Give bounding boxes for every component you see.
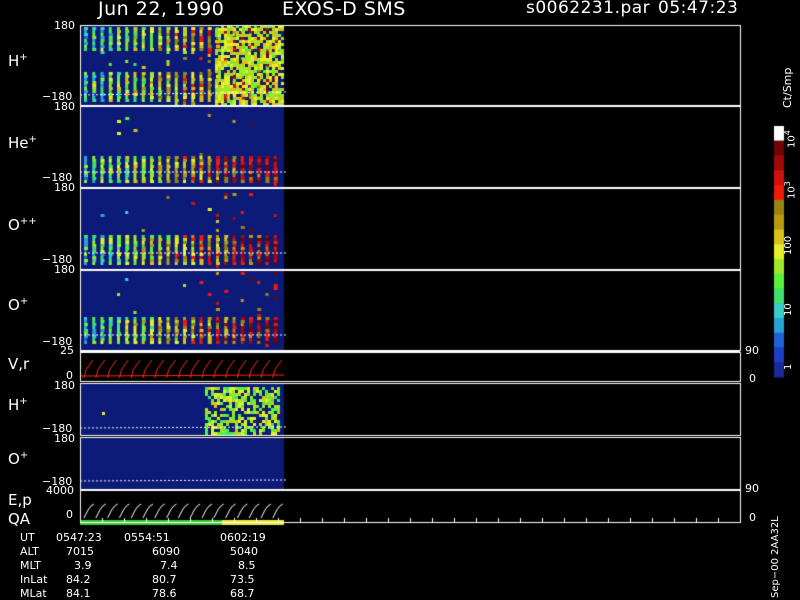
sms-summary-plot: { "header": { "date": "Jun 22, 1990", "i…: [0, 0, 800, 600]
tick-oplus2-top: 180: [54, 432, 75, 445]
tick-heplus-top: 180: [54, 100, 75, 113]
tick-hplus2-top: 180: [54, 379, 75, 392]
right-tick-ep-bottom: 0: [749, 511, 756, 524]
tick-vr-top: 25: [60, 344, 74, 357]
colorbar-label-100: 100: [783, 235, 794, 255]
panel-label-heplus: He+: [8, 134, 37, 152]
panel-label-hplus2: H+: [8, 396, 28, 414]
right-tick-vr-top: 90: [745, 344, 759, 357]
right-tick-ep-top: 90: [745, 482, 759, 495]
side-text: Sep−00 2AA32L: [770, 516, 781, 598]
header-instrument: EXOS-D SMS: [282, 0, 406, 20]
colorbar-label-1e3: 103: [783, 181, 798, 199]
tick-oplusplus-top: 180: [54, 181, 75, 194]
tick-oplus-top: 180: [54, 263, 75, 276]
panel-label-oplusplus: O++: [8, 216, 37, 234]
header-time: 05:47:23: [658, 0, 739, 18]
colorbar-label-1e4: 104: [783, 130, 798, 148]
header-date: Jun 22, 1990: [98, 0, 225, 20]
panel-label-oplus2: O+: [8, 450, 29, 468]
tick-hplus-top: 180: [54, 19, 75, 32]
panel-label-oplus: O+: [8, 296, 29, 314]
panel-label-hplus: H+: [8, 52, 28, 70]
tick-ep-bottom: 0: [66, 508, 73, 521]
header-file: s0062231.par: [526, 0, 651, 18]
panel-label-vr: V,r: [8, 355, 30, 373]
colorbar-unit: Ct/Smp: [781, 67, 794, 108]
colorbar-label-10: 10: [783, 303, 794, 316]
colorbar-label-1: 1: [783, 363, 794, 370]
right-tick-vr-bottom: 0: [749, 372, 756, 385]
panel-label-qa: QA: [8, 510, 31, 528]
spectrogram-canvas: [0, 0, 800, 600]
panel-label-ep: E,p: [8, 491, 32, 509]
tick-ep-top: 4000: [46, 484, 74, 497]
